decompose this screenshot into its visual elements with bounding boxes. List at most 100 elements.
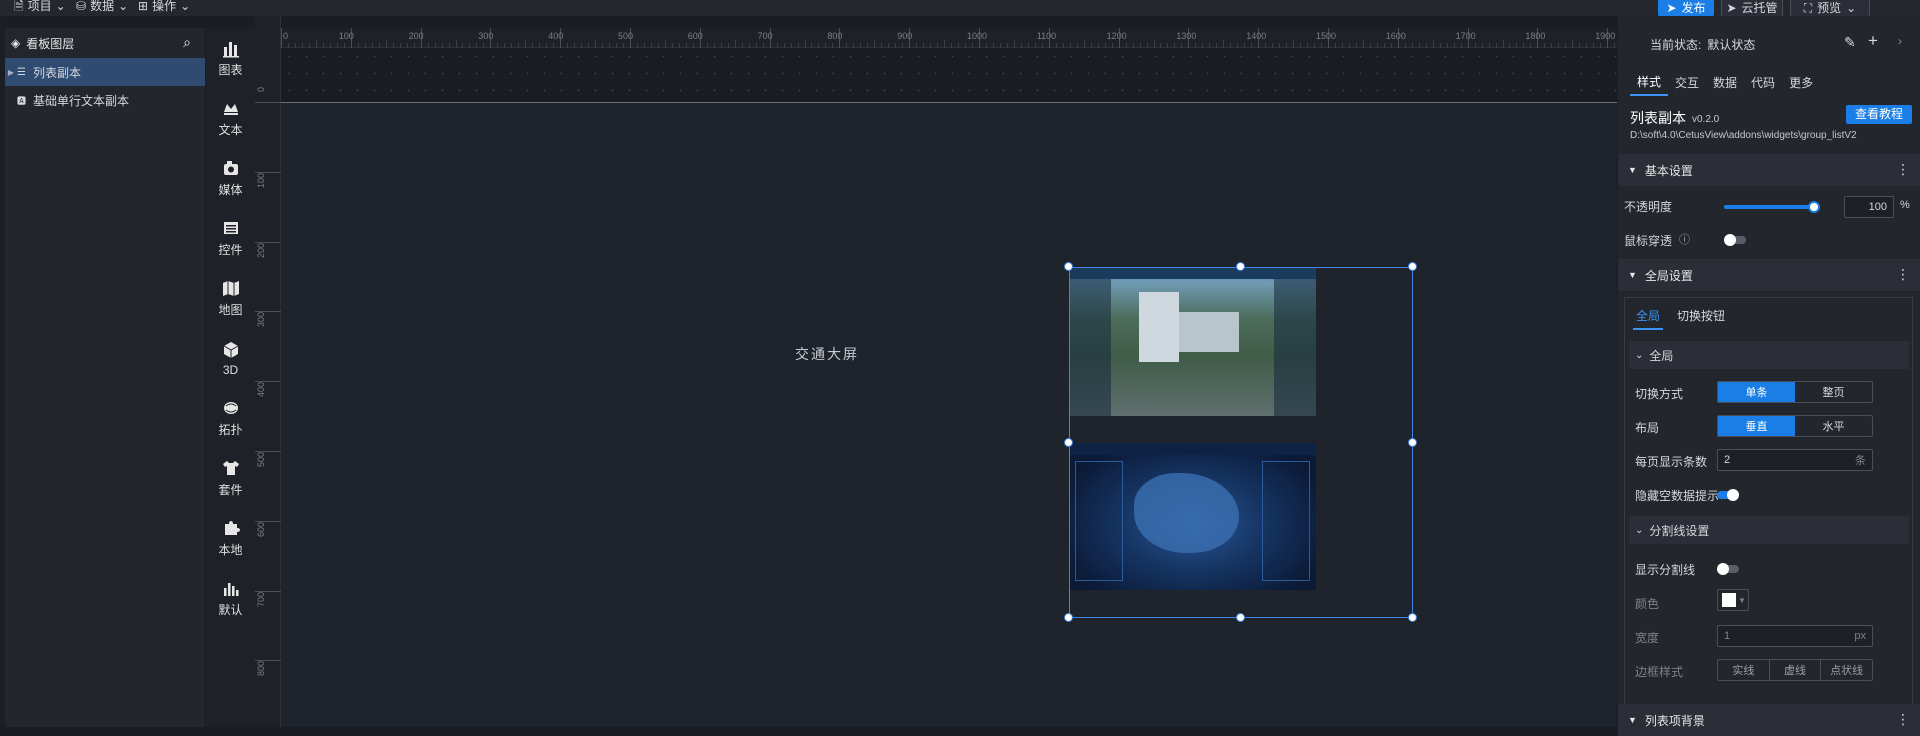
border-style-dashed[interactable]: 虚线 bbox=[1768, 660, 1822, 680]
document-icon: 🗎 bbox=[14, 0, 24, 13]
menu-data-label: 数据 bbox=[90, 0, 115, 13]
media-icon bbox=[223, 161, 238, 175]
resize-handle-ne[interactable] bbox=[1408, 262, 1417, 271]
ruler-minor-tick bbox=[385, 40, 387, 48]
border-style-solid[interactable]: 实线 bbox=[1718, 660, 1769, 680]
subtab-global[interactable]: 全局 bbox=[1633, 306, 1664, 330]
switch-mode-label: 切换方式 bbox=[1635, 387, 1684, 401]
border-style-label: 边框样式 bbox=[1635, 665, 1684, 679]
preview-button[interactable]: ⛶ 预览 ⌄ bbox=[1790, 0, 1870, 17]
hide-empty-toggle[interactable] bbox=[1717, 489, 1739, 501]
ruler-tick-label: 1600 bbox=[1385, 31, 1406, 41]
tutorial-button[interactable]: 查看教程 bbox=[1846, 105, 1912, 124]
resize-handle-se[interactable] bbox=[1408, 613, 1417, 622]
resize-handle-w[interactable] bbox=[1064, 438, 1073, 447]
mouse-through-toggle[interactable] bbox=[1724, 234, 1746, 246]
tab-1[interactable]: 交互 bbox=[1668, 71, 1706, 95]
tool-widget[interactable]: 控件 bbox=[206, 210, 255, 266]
layout-horizontal[interactable]: 水平 bbox=[1795, 416, 1872, 436]
layout-vertical[interactable]: 垂直 bbox=[1718, 416, 1795, 436]
tool-topology[interactable]: 拓扑 bbox=[206, 390, 255, 446]
ruler-tick-label: 300 bbox=[256, 312, 266, 328]
tool-label: 图表 bbox=[218, 63, 243, 77]
more-vertical-icon[interactable]: ⋮ bbox=[1896, 161, 1910, 178]
opacity-slider-handle[interactable] bbox=[1808, 201, 1820, 213]
caret-down-icon: ▼ bbox=[1628, 270, 1637, 280]
tool-local[interactable]: 本地 bbox=[206, 510, 255, 566]
global-subtabs: 全局 切换按钮 bbox=[1633, 306, 1725, 330]
canvas-area[interactable] bbox=[281, 103, 1617, 727]
tool-default[interactable]: 默认 bbox=[206, 570, 255, 626]
ruler-tick-label: 0 bbox=[256, 86, 266, 92]
ruler-minor-tick bbox=[664, 40, 666, 48]
canvas-title-text[interactable]: 交通大屏 bbox=[795, 344, 859, 364]
border-style-dotted[interactable]: 点状线 bbox=[1821, 660, 1872, 680]
ruler-minor-tick bbox=[455, 40, 457, 48]
ruler-minor-tick bbox=[1572, 40, 1574, 48]
layers-header: ◈ 看板图层 ⌕ bbox=[5, 28, 205, 58]
help-circle-icon[interactable]: ⓘ bbox=[1679, 231, 1690, 247]
ruler-tick-label: 600 bbox=[256, 521, 266, 537]
menu-data[interactable]: ⛁ 数据 ⌄ bbox=[76, 0, 128, 13]
edit-icon[interactable]: ✎ bbox=[1844, 34, 1856, 51]
more-vertical-icon[interactable]: ⋮ bbox=[1896, 711, 1910, 728]
chart-icon bbox=[222, 42, 239, 58]
switch-mode-page[interactable]: 整页 bbox=[1795, 382, 1872, 402]
subtab-toggle-button[interactable]: 切换按钮 bbox=[1677, 306, 1725, 330]
tabs: 样式 交互 数据 代码 更多 bbox=[1618, 70, 1920, 96]
layer-item-list-copy[interactable]: ▶ ☰ 列表副本 bbox=[5, 58, 205, 86]
caret-right-icon[interactable]: ▶ bbox=[5, 68, 17, 77]
divider-color-picker[interactable]: ▼ bbox=[1717, 589, 1749, 611]
divider-group-header[interactable]: ⌄ 分割线设置 bbox=[1629, 516, 1909, 544]
add-icon[interactable]: + bbox=[1868, 31, 1878, 51]
global-group-header[interactable]: ⌄ 全局 bbox=[1629, 341, 1909, 369]
divider-width-unit: px bbox=[1854, 630, 1866, 642]
cloud-host-button[interactable]: ➤ 云托管 bbox=[1721, 0, 1783, 17]
list-bg-header[interactable]: ▼ 列表项背景 ⋮ bbox=[1618, 704, 1920, 736]
global-settings-title: 全局设置 bbox=[1644, 268, 1693, 283]
database-icon: ⛁ bbox=[76, 0, 87, 13]
per-page-input[interactable]: 2 条 bbox=[1717, 449, 1873, 471]
layer-item-text-copy[interactable]: 🅰 基础单行文本副本 bbox=[5, 86, 205, 114]
tab-0[interactable]: 样式 bbox=[1630, 70, 1669, 96]
resize-handle-nw[interactable] bbox=[1064, 262, 1073, 271]
resize-handle-sw[interactable] bbox=[1064, 613, 1073, 622]
puzzle-icon bbox=[224, 521, 240, 535]
ruler-tick-label: 1400 bbox=[1246, 31, 1267, 41]
ruler-tick-label: 500 bbox=[256, 451, 266, 467]
tool-kit[interactable]: 套件 bbox=[206, 450, 255, 506]
global-settings-header[interactable]: ▼ 全局设置 ⋮ bbox=[1618, 259, 1920, 291]
opacity-input[interactable]: 100 bbox=[1844, 196, 1894, 218]
search-icon[interactable]: ⌕ bbox=[183, 34, 191, 51]
tool-3d[interactable]: 3D bbox=[206, 330, 255, 386]
tool-map[interactable]: 地图 bbox=[206, 270, 255, 326]
resize-handle-s[interactable] bbox=[1236, 613, 1245, 622]
menu-operate[interactable]: ⊞ 操作 ⌄ bbox=[138, 0, 190, 13]
tool-text[interactable]: 文本 bbox=[206, 90, 255, 146]
divider-width-input[interactable]: 1 px bbox=[1717, 625, 1873, 647]
opacity-slider-track[interactable] bbox=[1724, 201, 1820, 213]
tab-4[interactable]: 更多 bbox=[1782, 71, 1820, 95]
top-menu-bar: 🗎 项目 ⌄ ⛁ 数据 ⌄ ⊞ 操作 ⌄ ➤ 发布 ➤ 云托管 ⛶ 预览 ⌄ bbox=[0, 0, 1920, 17]
basic-settings-header[interactable]: ▼ 基本设置 ⋮ bbox=[1618, 154, 1920, 186]
selection-box[interactable] bbox=[1069, 267, 1413, 618]
ruler-tick-label: 100 bbox=[338, 31, 354, 41]
more-vertical-icon[interactable]: ⋮ bbox=[1896, 266, 1910, 283]
per-page-unit: 条 bbox=[1855, 455, 1866, 467]
show-divider-toggle[interactable] bbox=[1717, 563, 1739, 575]
chevron-right-icon[interactable]: › bbox=[1898, 34, 1902, 48]
tool-media[interactable]: 媒体 bbox=[206, 150, 255, 206]
current-state-value[interactable]: 默认状态 bbox=[1707, 36, 1755, 53]
switch-mode-single[interactable]: 单条 bbox=[1718, 382, 1795, 402]
divider-width-label: 宽度 bbox=[1635, 631, 1660, 645]
tab-3[interactable]: 代码 bbox=[1744, 71, 1782, 95]
resize-handle-e[interactable] bbox=[1408, 438, 1417, 447]
tool-label: 本地 bbox=[218, 543, 243, 557]
menu-project[interactable]: 🗎 项目 ⌄ bbox=[14, 0, 66, 13]
toggle-knob bbox=[1717, 563, 1729, 575]
tab-2[interactable]: 数据 bbox=[1706, 71, 1744, 95]
tool-chart[interactable]: 图表 bbox=[206, 30, 255, 86]
resize-handle-n[interactable] bbox=[1236, 262, 1245, 271]
publish-button[interactable]: ➤ 发布 bbox=[1658, 0, 1714, 17]
per-page-value: 2 bbox=[1724, 454, 1731, 466]
